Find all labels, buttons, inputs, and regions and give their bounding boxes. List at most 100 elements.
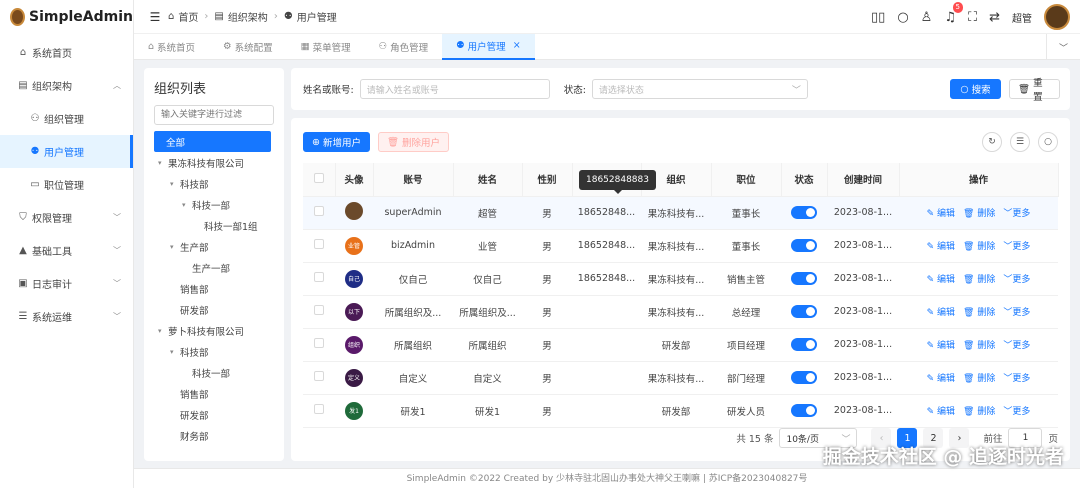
more-button[interactable]: ﹀更多	[1003, 404, 1030, 417]
switch-icon[interactable]: ⇄	[989, 10, 1000, 25]
add-user-button[interactable]: ⊕ 新增用户	[303, 132, 370, 152]
tab-home[interactable]: ⌂ 系统首页	[134, 34, 209, 60]
refresh-icon[interactable]: ↻	[982, 132, 1002, 152]
tab-role-manage[interactable]: ⚇ 角色管理	[365, 34, 443, 60]
tree-node[interactable]: 科技一部	[154, 362, 274, 383]
delete-button[interactable]: 🗑 删除	[963, 272, 995, 285]
tree-node[interactable]: ▾ 科技一部	[154, 194, 274, 215]
more-button[interactable]: ﹀更多	[1003, 206, 1030, 219]
delete-button[interactable]: 🗑 删除	[963, 239, 995, 252]
sidebar-item-position-manage[interactable]: ▭ 职位管理	[0, 168, 133, 201]
tree-node-all[interactable]: 全部	[154, 131, 271, 152]
tree-node[interactable]: ▾ 科技部	[154, 173, 274, 194]
edit-button[interactable]: ✎ 编辑	[927, 272, 955, 285]
row-checkbox[interactable]	[303, 328, 335, 362]
delete-user-button[interactable]: 🗑 删除用户	[377, 132, 450, 152]
edit-button[interactable]: ✎ 编辑	[927, 305, 955, 318]
phone-cell: 18652848...	[572, 262, 641, 296]
tree-node[interactable]: 销售部	[154, 278, 274, 299]
tab-user-manage[interactable]: ⚉ 用户管理 ×	[442, 33, 535, 60]
row-checkbox[interactable]	[303, 196, 335, 230]
tree-node[interactable]: 生产一部	[154, 257, 274, 278]
account-label: 姓名或账号:	[303, 85, 354, 96]
org-filter-input[interactable]	[154, 105, 274, 125]
layout-icon[interactable]: ▯▯	[871, 10, 885, 25]
account-input[interactable]: 请输入姓名或账号	[359, 79, 550, 99]
status-switch[interactable]	[791, 272, 817, 285]
status-select[interactable]: 请选择状态 ﹀	[591, 79, 808, 99]
tree-node[interactable]: ▾ 果冻科技有限公司	[154, 152, 274, 173]
more-button[interactable]: ﹀更多	[1003, 371, 1030, 384]
edit-button[interactable]: ✎ 编辑	[927, 239, 955, 252]
delete-button[interactable]: 🗑 删除	[963, 206, 995, 219]
close-icon[interactable]: ×	[513, 40, 521, 51]
search-icon[interactable]: ○	[897, 10, 908, 25]
edit-button[interactable]: ✎ 编辑	[927, 206, 955, 219]
delete-button[interactable]: 🗑 删除	[963, 404, 995, 417]
select-all-checkbox[interactable]	[303, 163, 336, 197]
breadcrumb-item[interactable]: 首页	[178, 9, 198, 24]
reset-button[interactable]: 🗑 重置	[1009, 78, 1060, 103]
app-logo[interactable]: SimpleAdmin	[0, 0, 133, 34]
sidebar-item-user-manage[interactable]: ⚉ 用户管理	[0, 135, 133, 168]
row-checkbox[interactable]	[303, 262, 335, 296]
row-checkbox[interactable]	[303, 229, 335, 263]
sidebar-item-tools[interactable]: ▲ 基础工具 ﹀	[0, 234, 133, 267]
menu-toggle-icon[interactable]: ☰	[142, 10, 168, 24]
theme-shirt-icon[interactable]: ♙	[921, 10, 933, 25]
edit-button[interactable]: ✎ 编辑	[927, 338, 955, 351]
more-button[interactable]: ﹀更多	[1003, 272, 1030, 285]
position-cell: 研发人员	[711, 394, 781, 428]
bell-icon[interactable]: ♫ 5	[944, 1, 963, 25]
status-switch[interactable]	[791, 206, 817, 219]
status-switch[interactable]	[791, 404, 817, 417]
avatar[interactable]	[1044, 4, 1070, 30]
status-switch[interactable]	[791, 305, 817, 318]
org-cell: 研发部	[641, 394, 711, 428]
row-checkbox[interactable]	[303, 394, 335, 428]
sidebar-item-org-structure[interactable]: ▤ 组织架构 ︿	[0, 69, 133, 102]
gear-icon: ⚙	[223, 41, 232, 52]
sidebar-item-permission[interactable]: ⛉ 权限管理 ﹀	[0, 201, 133, 234]
tree-node[interactable]: ▾ 萝卜科技有限公司	[154, 320, 274, 341]
delete-button[interactable]: 🗑 删除	[963, 305, 995, 318]
name-cell: 研发1	[453, 394, 522, 428]
delete-button[interactable]: 🗑 删除	[963, 371, 995, 384]
sidebar-item-ops[interactable]: ☰ 系统运维 ﹀	[0, 300, 133, 333]
username[interactable]: 超管	[1012, 10, 1032, 25]
search-button[interactable]: ○ 搜索	[950, 79, 1001, 99]
avatar: 业管	[335, 229, 373, 263]
search-icon[interactable]: ○	[1038, 132, 1058, 152]
tree-node[interactable]: 销售部	[154, 383, 274, 404]
tree-node[interactable]: ▾ 科技部	[154, 341, 274, 362]
chevron-down-icon: ﹀	[113, 312, 121, 321]
status-switch[interactable]	[791, 239, 817, 252]
chevron-down-icon: ﹀	[113, 213, 121, 222]
sidebar-item-audit-log[interactable]: ▣ 日志审计 ﹀	[0, 267, 133, 300]
sidebar-item-org-manage[interactable]: ⚇ 组织管理	[0, 102, 133, 135]
more-button[interactable]: ﹀更多	[1003, 305, 1030, 318]
tree-node[interactable]: 研发部	[154, 299, 274, 320]
row-checkbox[interactable]	[303, 295, 335, 329]
more-button[interactable]: ﹀更多	[1003, 239, 1030, 252]
tree-node[interactable]: 研发部	[154, 404, 274, 425]
tree-node[interactable]: 科技一部1组	[154, 215, 274, 236]
fullscreen-icon[interactable]: ⛶	[968, 10, 977, 25]
edit-button[interactable]: ✎ 编辑	[927, 371, 955, 384]
sidebar-item-home[interactable]: ⌂ 系统首页	[0, 36, 133, 69]
tab-menu-manage[interactable]: ▦ 菜单管理	[287, 34, 365, 60]
tab-dropdown[interactable]: ﹀	[1046, 34, 1080, 60]
breadcrumb-item[interactable]: 组织架构	[228, 9, 268, 24]
edit-button[interactable]: ✎ 编辑	[927, 404, 955, 417]
status-switch[interactable]	[791, 371, 817, 384]
tree-node[interactable]: ▾ 生产部	[154, 236, 274, 257]
columns-icon[interactable]: ☰	[1010, 132, 1030, 152]
search-icon: ○	[960, 83, 969, 95]
more-button[interactable]: ﹀更多	[1003, 338, 1030, 351]
delete-button[interactable]: 🗑 删除	[963, 338, 995, 351]
tab-system-config[interactable]: ⚙ 系统配置	[209, 34, 287, 60]
row-checkbox[interactable]	[303, 361, 335, 395]
status-switch[interactable]	[791, 338, 817, 351]
tree-node[interactable]: 财务部	[154, 425, 274, 446]
col-header: 职位	[711, 163, 782, 197]
